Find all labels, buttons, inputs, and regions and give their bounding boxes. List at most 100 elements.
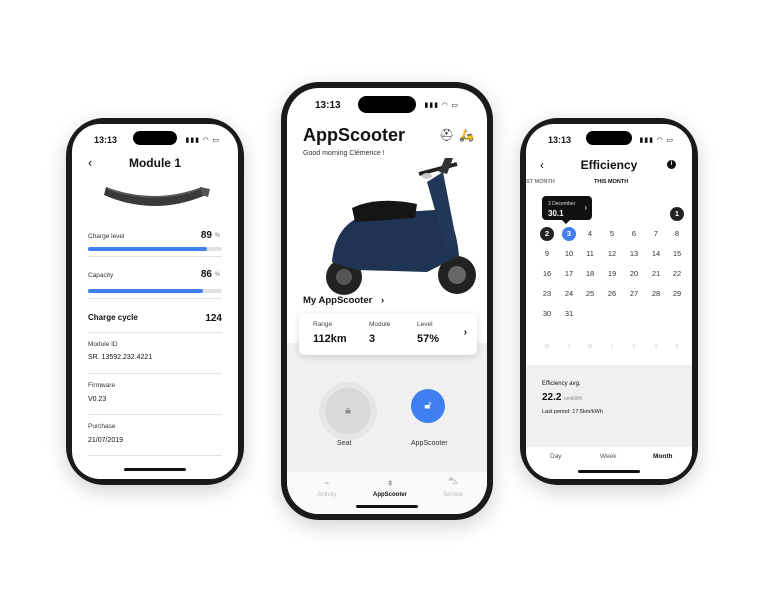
phone-home: 13:13 ▮▮▮ ◠ ▭ AppScooter Good morning Cl… — [281, 82, 493, 520]
purchase-value: 21/07/2019 — [88, 437, 124, 444]
calendar-day[interactable]: 18 — [581, 266, 599, 282]
seat-label: Seat — [337, 440, 352, 447]
calendar-day[interactable]: 27 — [625, 286, 643, 302]
level-stat: Level 57% — [417, 321, 439, 345]
range-stat: Range 112km — [313, 321, 347, 345]
efficiency-screen: 13:13 ▮▮▮ ◠ ▭ ‹ Efficiency i ST MONTH TH… — [526, 124, 692, 479]
charge-level-unit: % — [214, 233, 220, 239]
firmware-label: Firmware — [88, 382, 116, 389]
calendar-day[interactable]: 9 — [538, 246, 556, 262]
capacity-bar-fill — [88, 289, 204, 293]
scooter-image — [326, 158, 476, 295]
module-id-value: SR. 13592.232.4221 — [88, 354, 153, 361]
calendar-day[interactable]: 3 — [562, 227, 576, 241]
status-icons: ▮▮▮ ◠ ▭ — [424, 102, 459, 109]
helmet-icon[interactable]: ⛑ — [439, 128, 454, 142]
module-value: 3 — [369, 333, 376, 345]
app-title: AppScooter — [303, 125, 406, 145]
calendar-day[interactable]: 20 — [625, 266, 643, 282]
info-icon[interactable]: i — [667, 160, 676, 169]
calendar-day[interactable]: 5 — [603, 226, 621, 242]
module-id-label: Module ID — [88, 341, 118, 348]
weekday-label: T — [567, 344, 571, 350]
calendar-day[interactable]: 26 — [603, 286, 621, 302]
calendar-day[interactable]: 7 — [647, 226, 665, 242]
level-label: Level — [417, 321, 433, 328]
calendar-day[interactable]: 15 — [668, 246, 686, 262]
calendar-day[interactable]: 6 — [625, 226, 643, 242]
module-stat: Module 3 — [369, 321, 390, 345]
efficiency-avg-unit: km/kWh — [564, 396, 583, 402]
tab-this-month[interactable]: THIS MONTH — [594, 179, 628, 185]
calendar-day[interactable]: 21 — [647, 266, 665, 282]
weekday-label: F — [632, 344, 636, 350]
calendar-day[interactable]: 30 — [538, 306, 556, 322]
calendar-day[interactable]: 29 — [668, 286, 686, 302]
calendar-day[interactable]: 13 — [625, 246, 643, 262]
home-indicator — [124, 468, 186, 471]
calendar-day[interactable]: 19 — [603, 266, 621, 282]
status-bar: 13:13 ▮▮▮ ◠ ▭ — [72, 133, 238, 149]
calendar-day[interactable]: 24 — [560, 286, 578, 302]
status-time: 13:13 — [315, 100, 341, 111]
chevron-right-icon: › — [380, 295, 385, 306]
calendar-day[interactable]: 8 — [668, 226, 686, 242]
tab-last-month[interactable]: ST MONTH — [526, 179, 555, 185]
charge-cycle-label: Charge cycle — [88, 313, 138, 322]
calendar-day[interactable]: 31 — [560, 306, 578, 322]
calendar-day[interactable]: 11 — [581, 246, 599, 262]
calendar-day[interactable]: 25 — [581, 286, 599, 302]
weekday-label: W — [587, 344, 593, 350]
charge-cycle-value: 124 — [205, 313, 222, 324]
module-header: ‹ Module 1 — [72, 154, 238, 174]
page-title: Module 1 — [128, 156, 181, 170]
status-icons: ▮▮▮ ◠ ▭ — [639, 137, 674, 144]
tab-month[interactable]: Month — [653, 453, 673, 460]
seat-lock-button[interactable]: 🔒︎ — [325, 388, 371, 434]
efficiency-avg-label: Efficiency avg. — [542, 381, 581, 387]
calendar-day[interactable]: 12 — [603, 246, 621, 262]
home-screen: 13:13 ▮▮▮ ◠ ▭ AppScooter Good morning Cl… — [287, 88, 487, 514]
charge-level-label: Charge level — [88, 233, 125, 240]
tab-service[interactable]: ⛍ Service — [423, 476, 483, 498]
range-value: 112km — [313, 333, 347, 345]
scooter-outline-icon[interactable]: 🛵 — [459, 128, 474, 142]
capacity-value: 86 — [200, 269, 212, 280]
status-icons: ▮▮▮ ◠ ▭ — [185, 137, 220, 144]
weekday-label: T — [610, 344, 614, 350]
calendar-day[interactable]: 16 — [538, 266, 556, 282]
tab-service-label: Service — [442, 492, 463, 498]
day-tooltip[interactable]: 3 December 30.1 › — [542, 196, 592, 224]
scooter-lock-button[interactable]: 🔓︎ — [411, 389, 445, 423]
firmware-row: Firmware V0.23 — [88, 374, 222, 415]
tab-day[interactable]: Day — [550, 453, 562, 460]
calendar-day[interactable]: 22 — [668, 266, 686, 282]
calendar-day[interactable]: 23 — [538, 286, 556, 302]
tab-activity-label: Activity — [317, 492, 337, 498]
tab-appscooter[interactable]: ♁ AppScooter — [360, 478, 420, 498]
calendar-day[interactable]: 1 — [670, 207, 684, 221]
charge-level-bar-fill — [88, 247, 208, 251]
calendar-day[interactable]: 28 — [647, 286, 665, 302]
capacity-bar — [88, 289, 222, 293]
scooter-info-card[interactable]: Range 112km Module 3 Level 57% › — [299, 313, 477, 355]
my-scooter-link[interactable]: My AppScooter › — [303, 295, 384, 306]
tab-activity[interactable]: ⌁ Activity — [297, 478, 357, 498]
scooter-icon: ♁ — [386, 478, 394, 489]
module-id-row: Module ID SR. 13592.232.4221 — [88, 333, 222, 374]
calendar-day[interactable]: 14 — [647, 246, 665, 262]
calendar-day[interactable]: 2 — [540, 227, 554, 241]
calendar-day[interactable]: 10 — [560, 246, 578, 262]
efficiency-avg-value: 22.2 — [542, 392, 562, 403]
weekday-label: M — [544, 344, 550, 350]
status-bar: 13:13 ▮▮▮ ◠ ▭ — [287, 97, 487, 113]
module-label: Module — [369, 321, 391, 328]
tab-week[interactable]: Week — [600, 453, 617, 460]
calendar-day[interactable]: 17 — [560, 266, 578, 282]
purchase-row: Purchase 21/07/2019 — [88, 415, 222, 456]
tooltip-date: 3 December — [548, 201, 576, 207]
scooter-label: AppScooter — [411, 440, 448, 447]
unlock-icon: 🔓︎ — [424, 399, 432, 412]
calendar-day[interactable]: 4 — [581, 226, 599, 242]
controls-area — [287, 343, 487, 472]
